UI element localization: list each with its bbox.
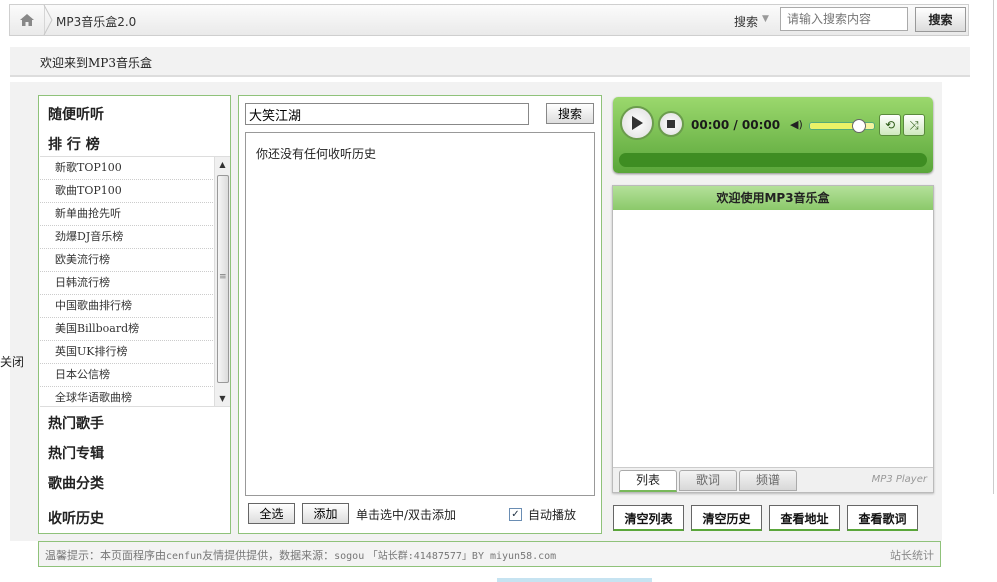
hot-singers-link[interactable]: 热门歌手 xyxy=(48,413,104,433)
window-edge xyxy=(993,0,997,494)
list-item[interactable]: 歌曲TOP100 xyxy=(40,180,215,203)
clear-list-button[interactable]: 清空列表 xyxy=(613,505,684,531)
select-all-button[interactable]: 全选 xyxy=(248,503,295,524)
hot-albums-link[interactable]: 热门专辑 xyxy=(48,443,104,463)
playlist-title: 欢迎使用MP3音乐盒 xyxy=(613,186,933,210)
category-panel: 随便听听 排 行 榜 新歌TOP100 歌曲TOP100 新单曲抢先听 劲爆DJ… xyxy=(38,95,231,534)
results-panel: 搜索 你还没有任何收听历史 全选 添加 单击选中/双击添加 ✓ 自动播放 xyxy=(238,95,602,534)
scroll-down-icon[interactable]: ▼ xyxy=(215,391,230,406)
footer-notice: 温馨提示：本页面程序由cenfun友情提供提供，数据来源：sogou 「站长群:… xyxy=(45,547,556,563)
autoplay-label[interactable]: 自动播放 xyxy=(528,506,576,523)
list-item[interactable]: 新歌TOP100 xyxy=(40,157,215,180)
listen-history-link[interactable]: 收听历史 xyxy=(48,508,104,528)
search-type-dropdown[interactable]: 搜索 xyxy=(734,13,758,30)
view-address-button[interactable]: 查看地址 xyxy=(769,505,840,531)
chart-list: 新歌TOP100 歌曲TOP100 新单曲抢先听 劲爆DJ音乐榜 欧美流行榜 日… xyxy=(40,156,230,407)
clear-history-button[interactable]: 清空历史 xyxy=(691,505,762,531)
app-title: MP3音乐盒2.0 xyxy=(56,15,137,29)
playlist-tabs: 列表 歌词 频谱 MP3 Player xyxy=(613,467,933,492)
shuffle-icon[interactable]: ⤨ xyxy=(903,114,925,136)
autoplay-checkbox[interactable]: ✓ xyxy=(509,508,522,521)
top-bar: MP3音乐盒2.0 搜索 ▼ 搜索 xyxy=(9,4,969,36)
welcome-text: 欢迎来到MP3音乐盒 xyxy=(40,56,152,70)
home-button[interactable] xyxy=(10,5,45,35)
footer-mid: 友情提供提供，数据来源： xyxy=(202,549,335,562)
chart-list-scrollbar[interactable]: ▲ ≡ ▼ xyxy=(214,157,230,406)
site-stats-link[interactable]: 站长统计 xyxy=(890,547,934,563)
song-search-button[interactable]: 搜索 xyxy=(546,103,594,124)
scrollbar-thumb[interactable]: ≡ xyxy=(217,175,229,383)
tab-spectrum[interactable]: 频谱 xyxy=(739,470,797,491)
song-categories-link[interactable]: 歌曲分类 xyxy=(48,473,104,493)
search-input[interactable] xyxy=(780,7,908,31)
footer-prefix: 温馨提示：本页面程序由 xyxy=(45,549,166,562)
list-item[interactable]: 日本公信榜 xyxy=(40,364,215,387)
footer: 温馨提示：本页面程序由cenfun友情提供提供，数据来源：sogou 「站长群:… xyxy=(38,541,941,567)
player-brand: MP3 Player xyxy=(871,474,927,485)
footer-source: sogou xyxy=(334,551,365,562)
search-button[interactable]: 搜索 xyxy=(915,7,966,32)
tab-lyrics[interactable]: 歌词 xyxy=(679,470,737,491)
volume-icon[interactable]: ◀) xyxy=(790,118,803,131)
volume-knob[interactable] xyxy=(852,119,866,133)
list-item[interactable]: 欧美流行榜 xyxy=(40,249,215,272)
close-sidebar-link[interactable]: 关闭 xyxy=(0,353,24,370)
play-button[interactable] xyxy=(620,106,654,140)
stop-icon xyxy=(667,120,675,128)
stop-button[interactable] xyxy=(658,111,684,137)
playlist-panel: 欢迎使用MP3音乐盒 列表 歌词 频谱 MP3 Player xyxy=(612,185,934,493)
welcome-bar: 欢迎来到MP3音乐盒 xyxy=(10,47,970,77)
random-listen-link[interactable]: 随便听听 xyxy=(48,104,104,124)
music-player: 00:00 / 00:00 ◀) ⟲ ⤨ xyxy=(613,97,933,173)
list-item[interactable]: 英国UK排行榜 xyxy=(40,341,215,364)
volume-slider[interactable] xyxy=(809,119,875,133)
volume-fill xyxy=(810,123,858,129)
time-display: 00:00 / 00:00 xyxy=(691,118,781,132)
play-icon xyxy=(632,116,643,130)
list-item[interactable]: 美国Billboard榜 xyxy=(40,318,215,341)
list-item[interactable]: 新单曲抢先听 xyxy=(40,203,215,226)
list-item[interactable]: 中国歌曲排行榜 xyxy=(40,295,215,318)
grip-icon: ≡ xyxy=(219,272,227,282)
list-item[interactable]: 劲爆DJ音乐榜 xyxy=(40,226,215,249)
selection-hint: 单击选中/双击添加 xyxy=(356,508,457,522)
tab-list[interactable]: 列表 xyxy=(619,470,677,492)
view-lyrics-button[interactable]: 查看歌词 xyxy=(847,505,918,531)
repeat-icon[interactable]: ⟲ xyxy=(879,114,901,136)
progress-bar[interactable] xyxy=(619,153,927,167)
home-icon xyxy=(20,14,34,26)
breadcrumb-separator-icon xyxy=(43,5,53,35)
scroll-up-icon[interactable]: ▲ xyxy=(215,157,230,172)
results-list[interactable]: 你还没有任何收听历史 xyxy=(245,132,595,496)
footer-author[interactable]: cenfun xyxy=(166,551,202,562)
song-search-input[interactable] xyxy=(245,103,529,125)
list-item[interactable]: 日韩流行榜 xyxy=(40,272,215,295)
add-button[interactable]: 添加 xyxy=(302,503,349,524)
list-item[interactable]: 全球华语歌曲榜 xyxy=(40,387,215,406)
footer-group[interactable]: 「站长群:41487577」BY miyun58.com xyxy=(368,551,556,562)
chevron-down-icon[interactable]: ▼ xyxy=(762,14,769,24)
bottom-scroll-stub xyxy=(497,578,652,582)
empty-history-message: 你还没有任何收听历史 xyxy=(256,147,377,161)
charts-heading[interactable]: 排 行 榜 xyxy=(48,134,100,154)
